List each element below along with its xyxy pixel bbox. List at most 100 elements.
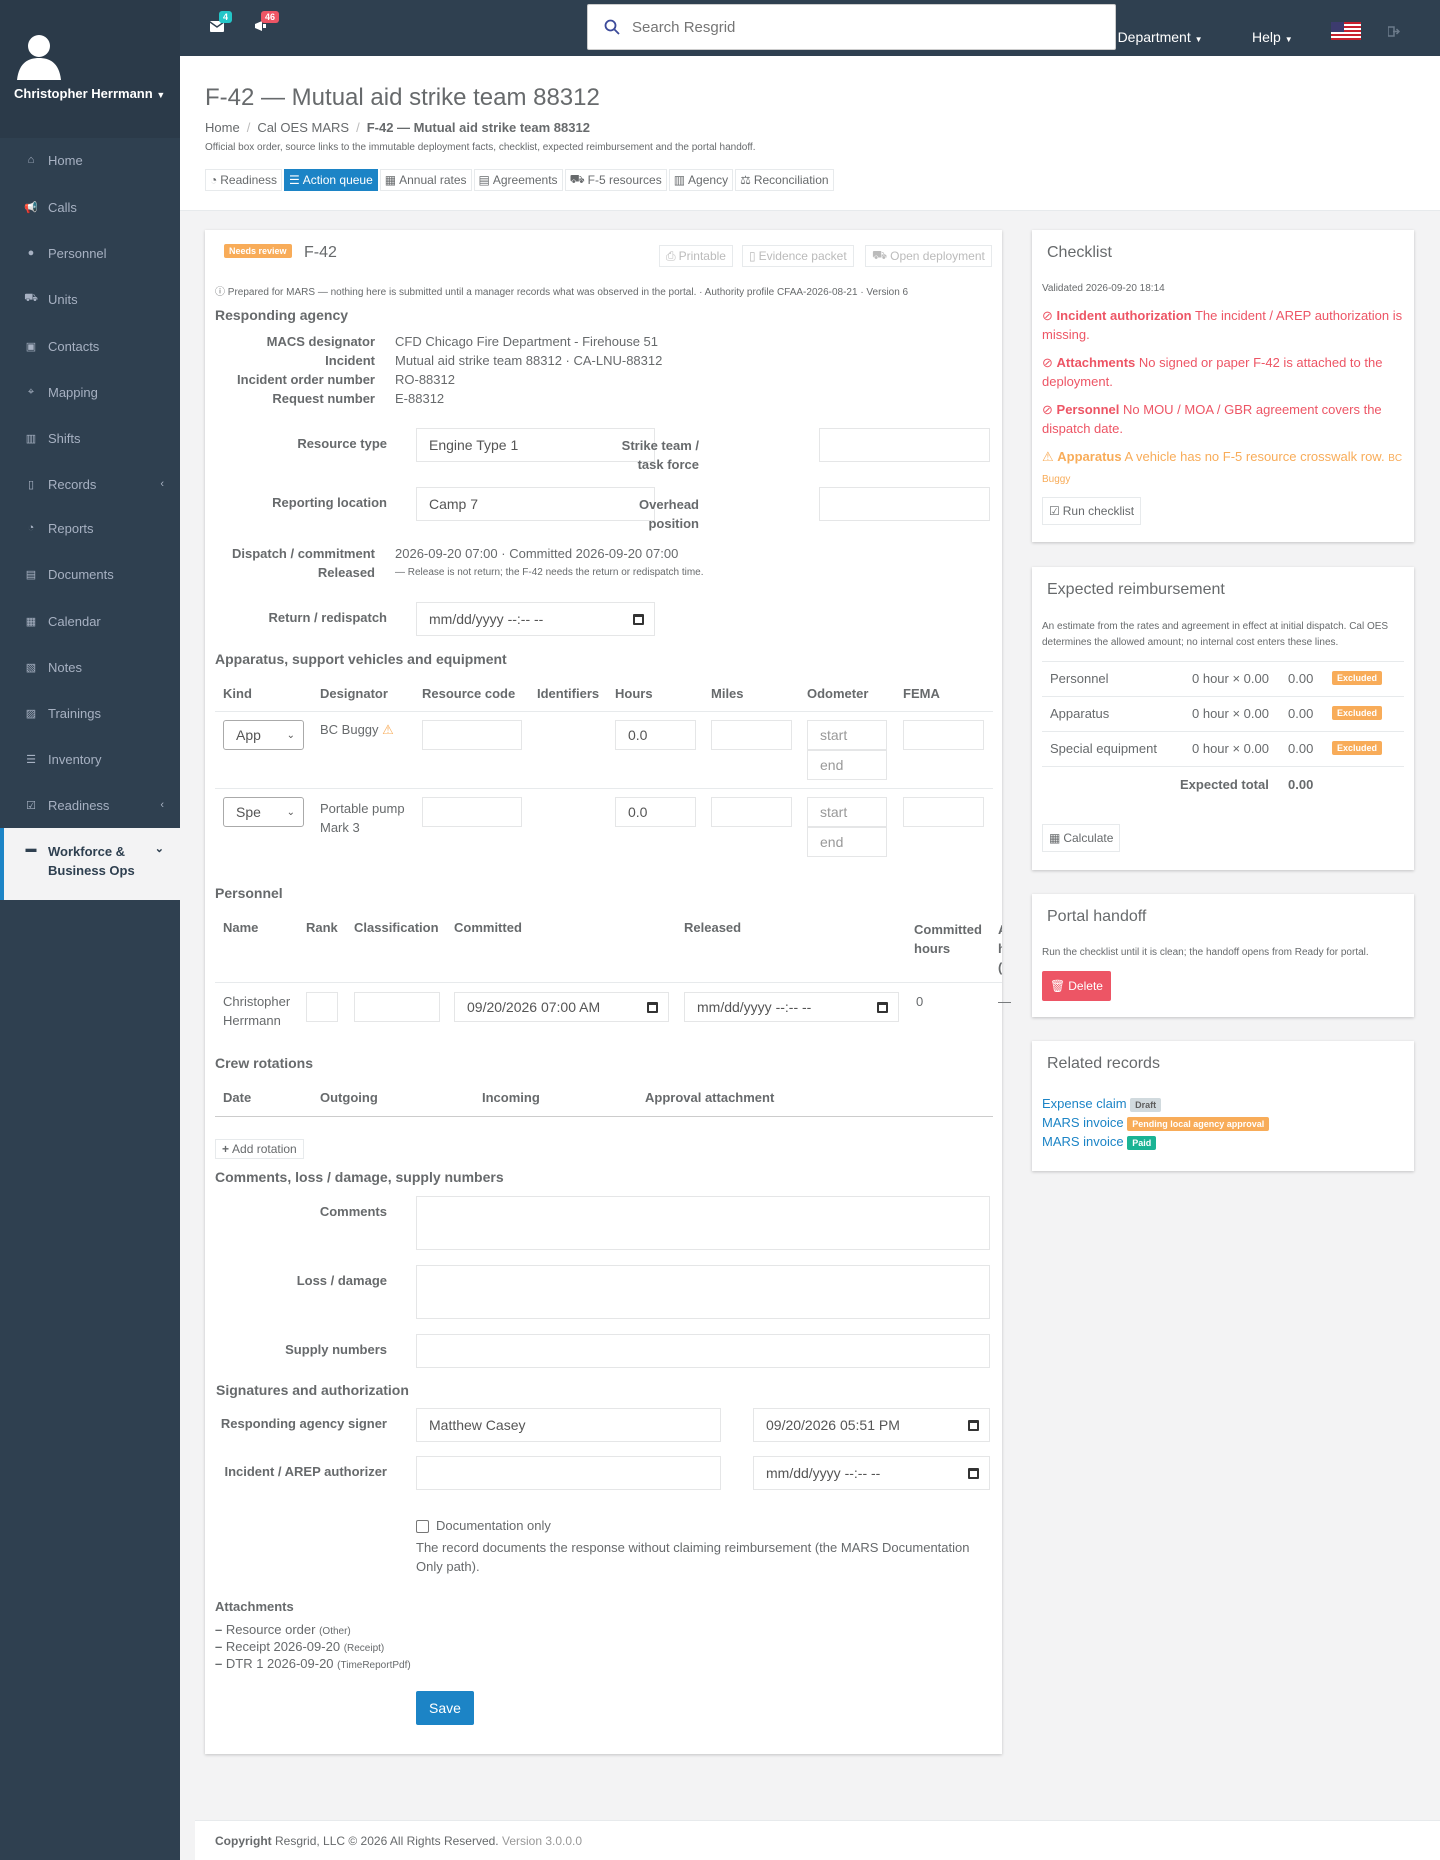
- calculate-button[interactable]: ▦ Calculate: [1042, 824, 1121, 852]
- minus-icon: –: [215, 1656, 223, 1671]
- open-deployment-button[interactable]: ⛟ Open deployment: [865, 245, 992, 267]
- arep-input[interactable]: [416, 1456, 721, 1490]
- tab-action-queue[interactable]: ☰ Action queue: [283, 169, 378, 191]
- sidebar-item-documents[interactable]: ▤ Documents: [0, 554, 180, 594]
- col-date: Date: [223, 1090, 252, 1105]
- document-icon: ▤: [25, 568, 37, 581]
- strike-team-input[interactable]: [819, 428, 990, 462]
- tab-readiness[interactable]: ◔ Readiness: [205, 169, 282, 191]
- hours-input[interactable]: 0.0: [615, 797, 696, 827]
- attachment-item[interactable]: – Resource order (Other): [215, 1622, 351, 1637]
- kind-select[interactable]: App ⌄: [223, 720, 304, 750]
- documentation-only-label[interactable]: Documentation only: [436, 1518, 551, 1533]
- alerts-button[interactable]: 46: [254, 11, 280, 34]
- sidebar-item-label: Workforce & Business Ops: [48, 844, 135, 878]
- incident-order-value: RO-88312: [395, 372, 455, 387]
- sidebar-item-inventory[interactable]: ☰ Inventory: [0, 739, 180, 779]
- odometer-end-input[interactable]: end: [807, 827, 887, 857]
- fema-input[interactable]: [903, 720, 984, 750]
- overhead-label: Overhead position: [639, 497, 699, 531]
- breadcrumb-home[interactable]: Home: [205, 120, 240, 135]
- overhead-input[interactable]: [819, 487, 990, 521]
- tab-reconciliation[interactable]: ⚖ Reconciliation: [735, 169, 834, 191]
- odometer-start-input[interactable]: start: [807, 720, 887, 750]
- loss-damage-textarea[interactable]: [416, 1265, 990, 1319]
- supply-numbers-input[interactable]: [416, 1334, 990, 1368]
- help-dropdown[interactable]: Help ▼: [1252, 29, 1293, 45]
- sidebar-item-records[interactable]: ▯ Records ‹: [0, 464, 180, 504]
- kind-select[interactable]: Spe ⌄: [223, 797, 304, 827]
- return-datetime-input[interactable]: mm/dd/yyyy --:-- --: [416, 602, 655, 636]
- alerts-count-badge: 46: [261, 11, 280, 23]
- sidebar-item-units[interactable]: ⛟ Units: [0, 279, 180, 319]
- run-checklist-button[interactable]: ☑ Run checklist: [1042, 497, 1142, 525]
- search-icon: [604, 19, 620, 35]
- classification-input[interactable]: [354, 992, 440, 1022]
- related-record[interactable]: Expense claim Draft: [1042, 1096, 1162, 1112]
- department-dropdown[interactable]: Test Department ▼: [1088, 29, 1203, 45]
- col-actual-hours: Actual hours (DTRs: [998, 922, 1002, 975]
- sign-out-icon[interactable]: [1388, 26, 1400, 37]
- sidebar-item-calendar[interactable]: ▦ Calendar: [0, 601, 180, 641]
- attachment-item[interactable]: – Receipt 2026-09-20 (Receipt): [215, 1639, 384, 1654]
- search-input[interactable]: [632, 18, 1072, 36]
- odometer-start-input[interactable]: start: [807, 797, 887, 827]
- related-record[interactable]: MARS invoice Pending local agency approv…: [1042, 1115, 1270, 1131]
- sidebar-item-trainings[interactable]: ▨ Trainings: [0, 693, 180, 733]
- add-rotation-button[interactable]: + Add rotation: [215, 1139, 304, 1159]
- profile-name[interactable]: Christopher Herrmann ▼: [14, 86, 165, 101]
- released-datetime-input[interactable]: mm/dd/yyyy --:-- --: [684, 992, 899, 1022]
- calendar-icon[interactable]: [633, 613, 644, 625]
- hours-input[interactable]: 0.0: [615, 720, 696, 750]
- file-icon: ▯: [749, 249, 756, 263]
- sidebar-item-mapping[interactable]: ⌖ Mapping: [0, 372, 180, 412]
- odometer-end-input[interactable]: end: [807, 750, 887, 780]
- tab-agency[interactable]: ▥ Agency: [668, 169, 734, 191]
- tab-f5-resources[interactable]: ⛟ F-5 resources: [564, 169, 667, 191]
- sidebar-item-workforce-business-ops[interactable]: ▬ Workforce & Business Ops ⌄: [0, 828, 180, 900]
- sidebar-item-label: Home: [48, 152, 83, 168]
- sidebar-item-notes[interactable]: ▧ Notes: [0, 647, 180, 687]
- tab-agreements[interactable]: ▤ Agreements: [473, 169, 563, 191]
- related-record[interactable]: MARS invoice Paid: [1042, 1134, 1157, 1150]
- sidebar-item-reports[interactable]: ◔ Reports: [0, 508, 180, 548]
- calendar-icon[interactable]: [877, 1001, 888, 1013]
- breadcrumb-cal-oes-mars[interactable]: Cal OES MARS: [257, 120, 349, 135]
- signer-datetime-input[interactable]: 09/20/2026 05:51 PM: [753, 1408, 990, 1442]
- trash-icon: 🗑: [1050, 979, 1066, 993]
- sidebar-item-home[interactable]: ⌂ Home: [0, 140, 180, 180]
- committed-datetime-input[interactable]: 09/20/2026 07:00 AM: [454, 992, 669, 1022]
- calendar-icon[interactable]: [647, 1001, 658, 1013]
- reporting-location-label: Reporting location: [272, 495, 387, 510]
- calendar-icon[interactable]: [968, 1419, 979, 1431]
- macs-label: MACS designator: [266, 334, 375, 349]
- miles-input[interactable]: [711, 720, 792, 750]
- documentation-only-checkbox[interactable]: [416, 1520, 429, 1533]
- arep-datetime-input[interactable]: mm/dd/yyyy --:-- --: [753, 1456, 990, 1490]
- miles-input[interactable]: [711, 797, 792, 827]
- calendar-icon[interactable]: [968, 1467, 979, 1479]
- signer-input[interactable]: Matthew Casey: [416, 1408, 721, 1442]
- us-flag-icon[interactable]: [1331, 22, 1361, 40]
- sidebar-item-readiness[interactable]: ☑ Readiness ‹: [0, 785, 180, 825]
- comments-textarea[interactable]: [416, 1196, 990, 1250]
- tab-annual-rates[interactable]: ▦ Annual rates: [379, 169, 472, 191]
- checklist-item: ⊘ Incident authorization The incident / …: [1042, 308, 1403, 342]
- sidebar-item-contacts[interactable]: ▣ Contacts: [0, 326, 180, 366]
- calendar-icon: ▦: [25, 615, 37, 628]
- resource-code-input[interactable]: [422, 720, 522, 750]
- save-button[interactable]: Save: [416, 1691, 474, 1725]
- mail-button[interactable]: 4: [209, 11, 233, 34]
- attachment-item[interactable]: – DTR 1 2026-09-20 (TimeReportPdf): [215, 1656, 411, 1671]
- sidebar-item-personnel[interactable]: ● Personnel: [0, 233, 180, 273]
- evidence-packet-button[interactable]: ▯ Evidence packet: [742, 245, 854, 267]
- rank-input[interactable]: [306, 992, 338, 1022]
- sidebar-item-shifts[interactable]: ▥ Shifts: [0, 418, 180, 458]
- resource-code-input[interactable]: [422, 797, 522, 827]
- user-avatar-icon[interactable]: [17, 32, 61, 80]
- printable-button[interactable]: ⎙ Printable: [659, 245, 733, 267]
- search-box[interactable]: [587, 4, 1116, 50]
- delete-button[interactable]: 🗑 Delete: [1042, 971, 1111, 1001]
- sidebar-item-calls[interactable]: 📢 Calls: [0, 187, 180, 227]
- fema-input[interactable]: [903, 797, 984, 827]
